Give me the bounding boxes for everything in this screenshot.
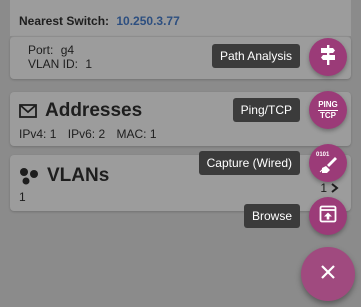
ipv6-label: IPv6:: [67, 127, 96, 141]
port-label: Port:: [28, 43, 54, 57]
mac-count: MAC: 1: [116, 127, 156, 141]
addresses-title: Addresses: [45, 100, 143, 121]
port-value: g4: [60, 43, 75, 57]
envelope-icon: [19, 104, 37, 118]
ping-tcp-icon: PING TCP: [318, 99, 338, 120]
vlans-title: VLANs: [47, 165, 110, 186]
ipv4-label: IPv4:: [19, 127, 47, 141]
vlan-id-value: 1: [85, 57, 93, 71]
nearest-switch-label: Nearest Switch:: [19, 14, 110, 28]
ping-icon-bottom: TCP: [320, 110, 336, 120]
vlan-id-label: VLAN ID:: [28, 57, 79, 71]
ping-icon-top: PING: [318, 99, 338, 109]
path-analysis-label[interactable]: Path Analysis: [211, 44, 300, 68]
ping-tcp-label[interactable]: Ping/TCP: [232, 98, 300, 122]
vlans-count-link[interactable]: 1: [320, 180, 339, 196]
browse-label[interactable]: Browse: [243, 204, 300, 228]
browse-button[interactable]: [309, 197, 347, 235]
ipv4-count: IPv4: 1: [19, 127, 60, 141]
chevron-right-icon: [331, 180, 339, 196]
mac-label: MAC:: [116, 127, 147, 141]
port-row: Port: g4: [28, 43, 351, 57]
close-menu-button[interactable]: [301, 247, 355, 301]
path-analysis-button[interactable]: [309, 38, 347, 76]
vlans-sub-value: 1: [19, 190, 26, 204]
ipv6-count: IPv6: 2: [68, 127, 109, 141]
addresses-counts: IPv4: 1 IPv6: 2 MAC: 1: [19, 127, 351, 141]
capture-binary-icon: 0101: [316, 152, 339, 174]
vlans-count: 1: [320, 181, 327, 195]
vlan-id-row: VLAN ID: 1: [28, 57, 351, 71]
nearest-switch-ip[interactable]: 10.250.3.77: [116, 14, 179, 28]
capture-wired-label[interactable]: Capture (Wired): [198, 151, 300, 175]
ipv4-value: 1: [49, 127, 57, 141]
vlans-title-row: VLANs: [19, 165, 351, 187]
ipv6-value: 2: [98, 127, 106, 141]
addresses-title-row: Addresses: [19, 100, 351, 122]
signpost-icon: [318, 44, 338, 71]
browse-upload-icon: [319, 205, 337, 228]
mac-value: 1: [149, 127, 157, 141]
capture-wired-button[interactable]: 0101: [309, 144, 347, 182]
network-nodes-icon: [19, 167, 39, 185]
close-icon: [320, 264, 336, 285]
ping-tcp-button[interactable]: PING TCP: [309, 91, 347, 129]
nearest-switch-header: Nearest Switch: 10.250.3.77: [10, 0, 351, 36]
